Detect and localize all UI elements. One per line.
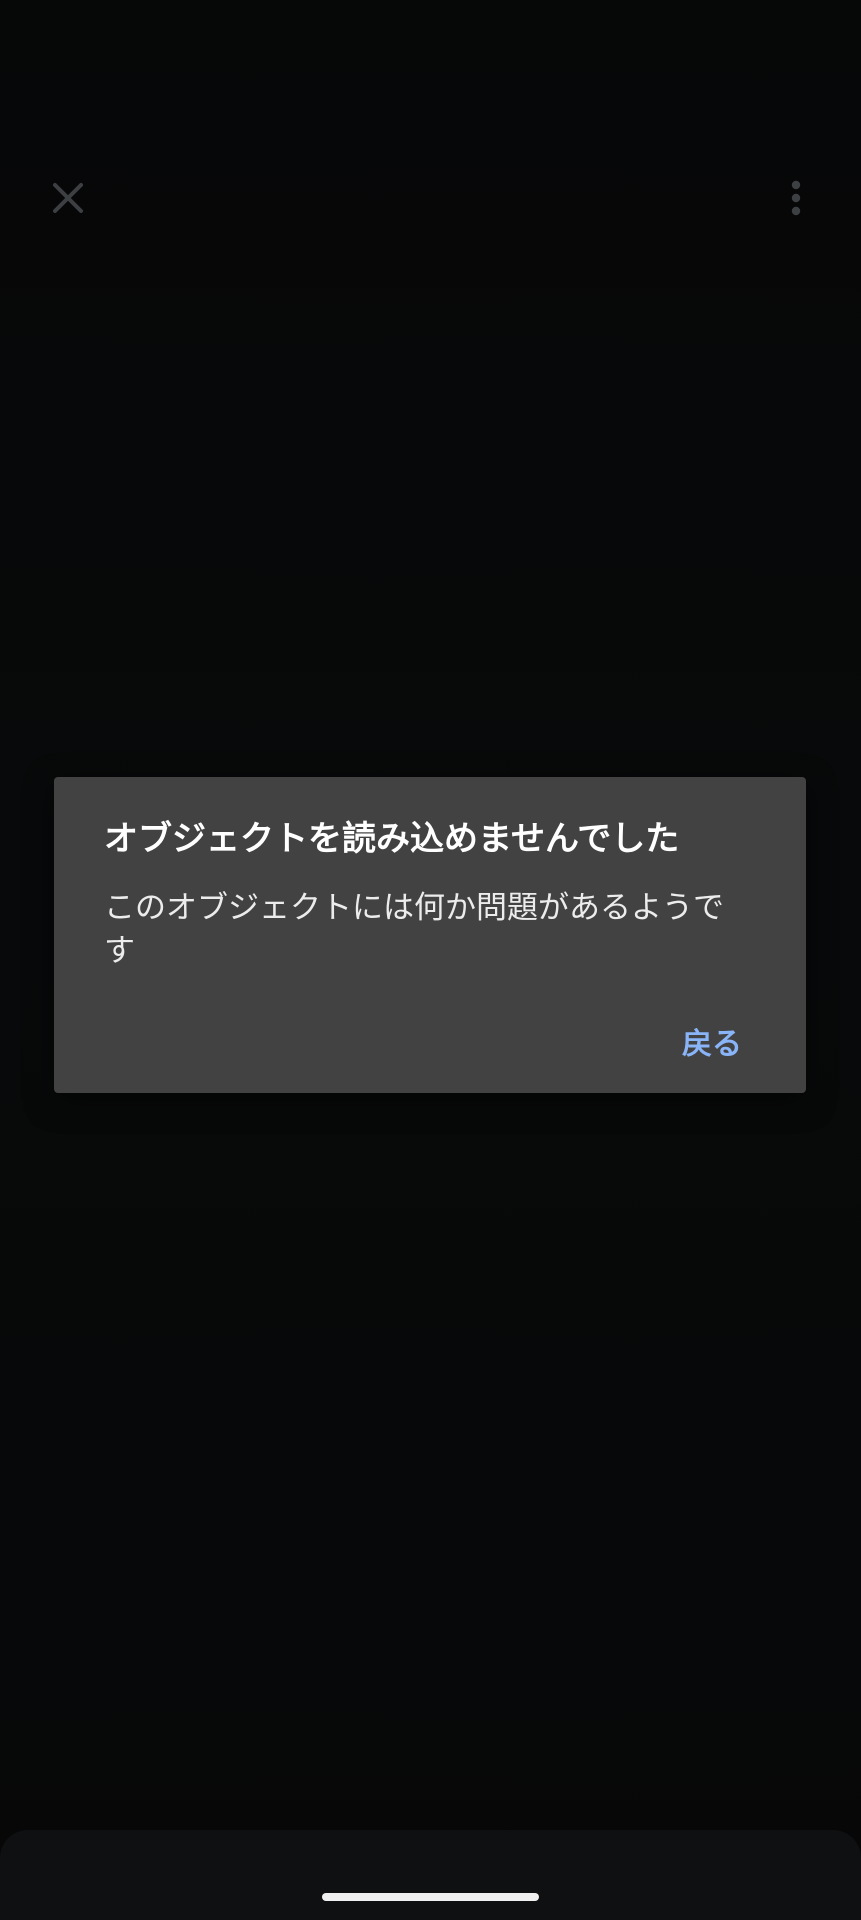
dialog-message: このオブジェクトには何か問題があるようです	[104, 890, 724, 970]
back-button[interactable]: 戻る	[676, 1015, 748, 1067]
bottom-bar	[0, 1830, 861, 1920]
screen: オブジェクトを読み込めませんでした このオブジェクトには何か問題があるようです …	[0, 0, 861, 1920]
home-indicator[interactable]	[322, 1893, 539, 1901]
dialog-title: オブジェクトを読み込めませんでした	[104, 819, 680, 859]
error-dialog: オブジェクトを読み込めませんでした このオブジェクトには何か問題があるようです …	[54, 777, 806, 1093]
